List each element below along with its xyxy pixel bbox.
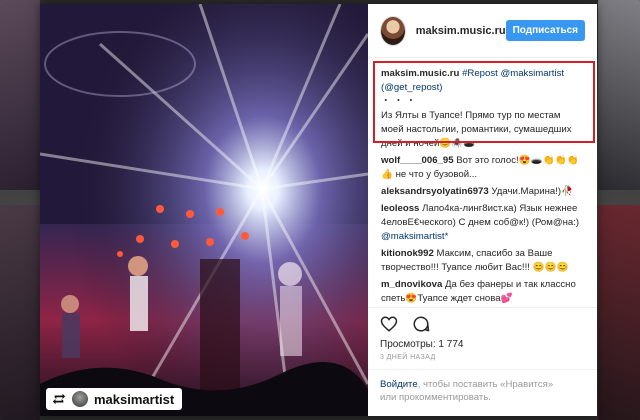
views-count: Просмотры: 1 774 [368, 339, 597, 350]
background-thumbnail[interactable] [598, 0, 640, 190]
comment-username[interactable]: leoleoss [381, 203, 419, 214]
comment-text: Удачи.Марина!)🥀 [491, 186, 574, 197]
follow-button[interactable]: Подписаться [505, 20, 585, 41]
comment-item: leoleoss Лапо4ка-линг8ист.ка) Язык нежне… [381, 202, 585, 244]
background-thumbnail[interactable] [0, 205, 40, 420]
post-sidebar: maksim.music.ru Подписаться maksim.music… [368, 4, 597, 416]
login-link[interactable]: Войдите [380, 379, 418, 390]
comment-username[interactable]: wolf____006_95 [381, 155, 454, 166]
comment-icon[interactable] [412, 315, 430, 333]
caption: maksim.music.ru #Repost @maksimartist (@… [373, 61, 595, 151]
avatar[interactable] [380, 15, 406, 46]
views-label: Просмотры: [380, 339, 436, 350]
views-value: 1 774 [438, 339, 464, 350]
post-modal: maksimartist maksim.music.ru Подписаться… [40, 4, 597, 416]
login-text-2: или прокомментировать. [380, 392, 491, 403]
comments-list: maksim.music.ru #Repost @maksimartist (@… [368, 58, 597, 307]
caption-username[interactable]: maksim.music.ru [381, 68, 459, 79]
login-prompt: Войдите, чтобы поставить «Нравится» или … [368, 370, 597, 416]
background-thumbnail[interactable] [0, 0, 40, 190]
concert-image [40, 4, 368, 416]
repost-badge[interactable]: maksimartist [46, 388, 183, 410]
login-text: , чтобы поставить «Нравится» [417, 379, 554, 390]
repost-avatar [72, 391, 88, 407]
comment-item: aleksandrsyolyatin6973 Удачи.Марина!)🥀 [381, 185, 585, 199]
comment-item: kitionok992 Максим, спасибо за Ваше твор… [381, 247, 585, 275]
comment-item: m_dnovikova Да без фанеры и так классно … [381, 278, 585, 306]
comment-username[interactable]: aleksandrsyolyatin6973 [381, 186, 489, 197]
caption-dots: ・・・ [381, 96, 419, 107]
post-timestamp[interactable]: 3 ДНЕЙ НАЗАД [368, 350, 597, 370]
post-video[interactable]: maksimartist [40, 4, 368, 416]
caption-text: Из Ялты в Туапсе! Прямо тур по местам мо… [381, 110, 572, 149]
comment-mention[interactable]: @maksimartist* [381, 231, 448, 242]
repost-icon [52, 393, 66, 405]
heart-icon[interactable] [380, 315, 398, 333]
repost-username: maksimartist [94, 391, 175, 407]
caption-mention[interactable]: (@get_repost) [381, 82, 442, 93]
caption-repost-link[interactable]: #Repost @maksimartist [462, 68, 564, 79]
comment-username[interactable]: m_dnovikova [381, 279, 442, 290]
post-header: maksim.music.ru Подписаться [368, 4, 597, 58]
post-author[interactable]: maksim.music.ru [416, 25, 506, 37]
background-thumbnail[interactable] [598, 205, 640, 420]
comment-item: wolf____006_95 Вот это голос!😍🕳️👏👏👏👍 не … [381, 154, 585, 182]
comment-username[interactable]: kitionok992 [381, 248, 434, 259]
action-bar [368, 307, 597, 339]
